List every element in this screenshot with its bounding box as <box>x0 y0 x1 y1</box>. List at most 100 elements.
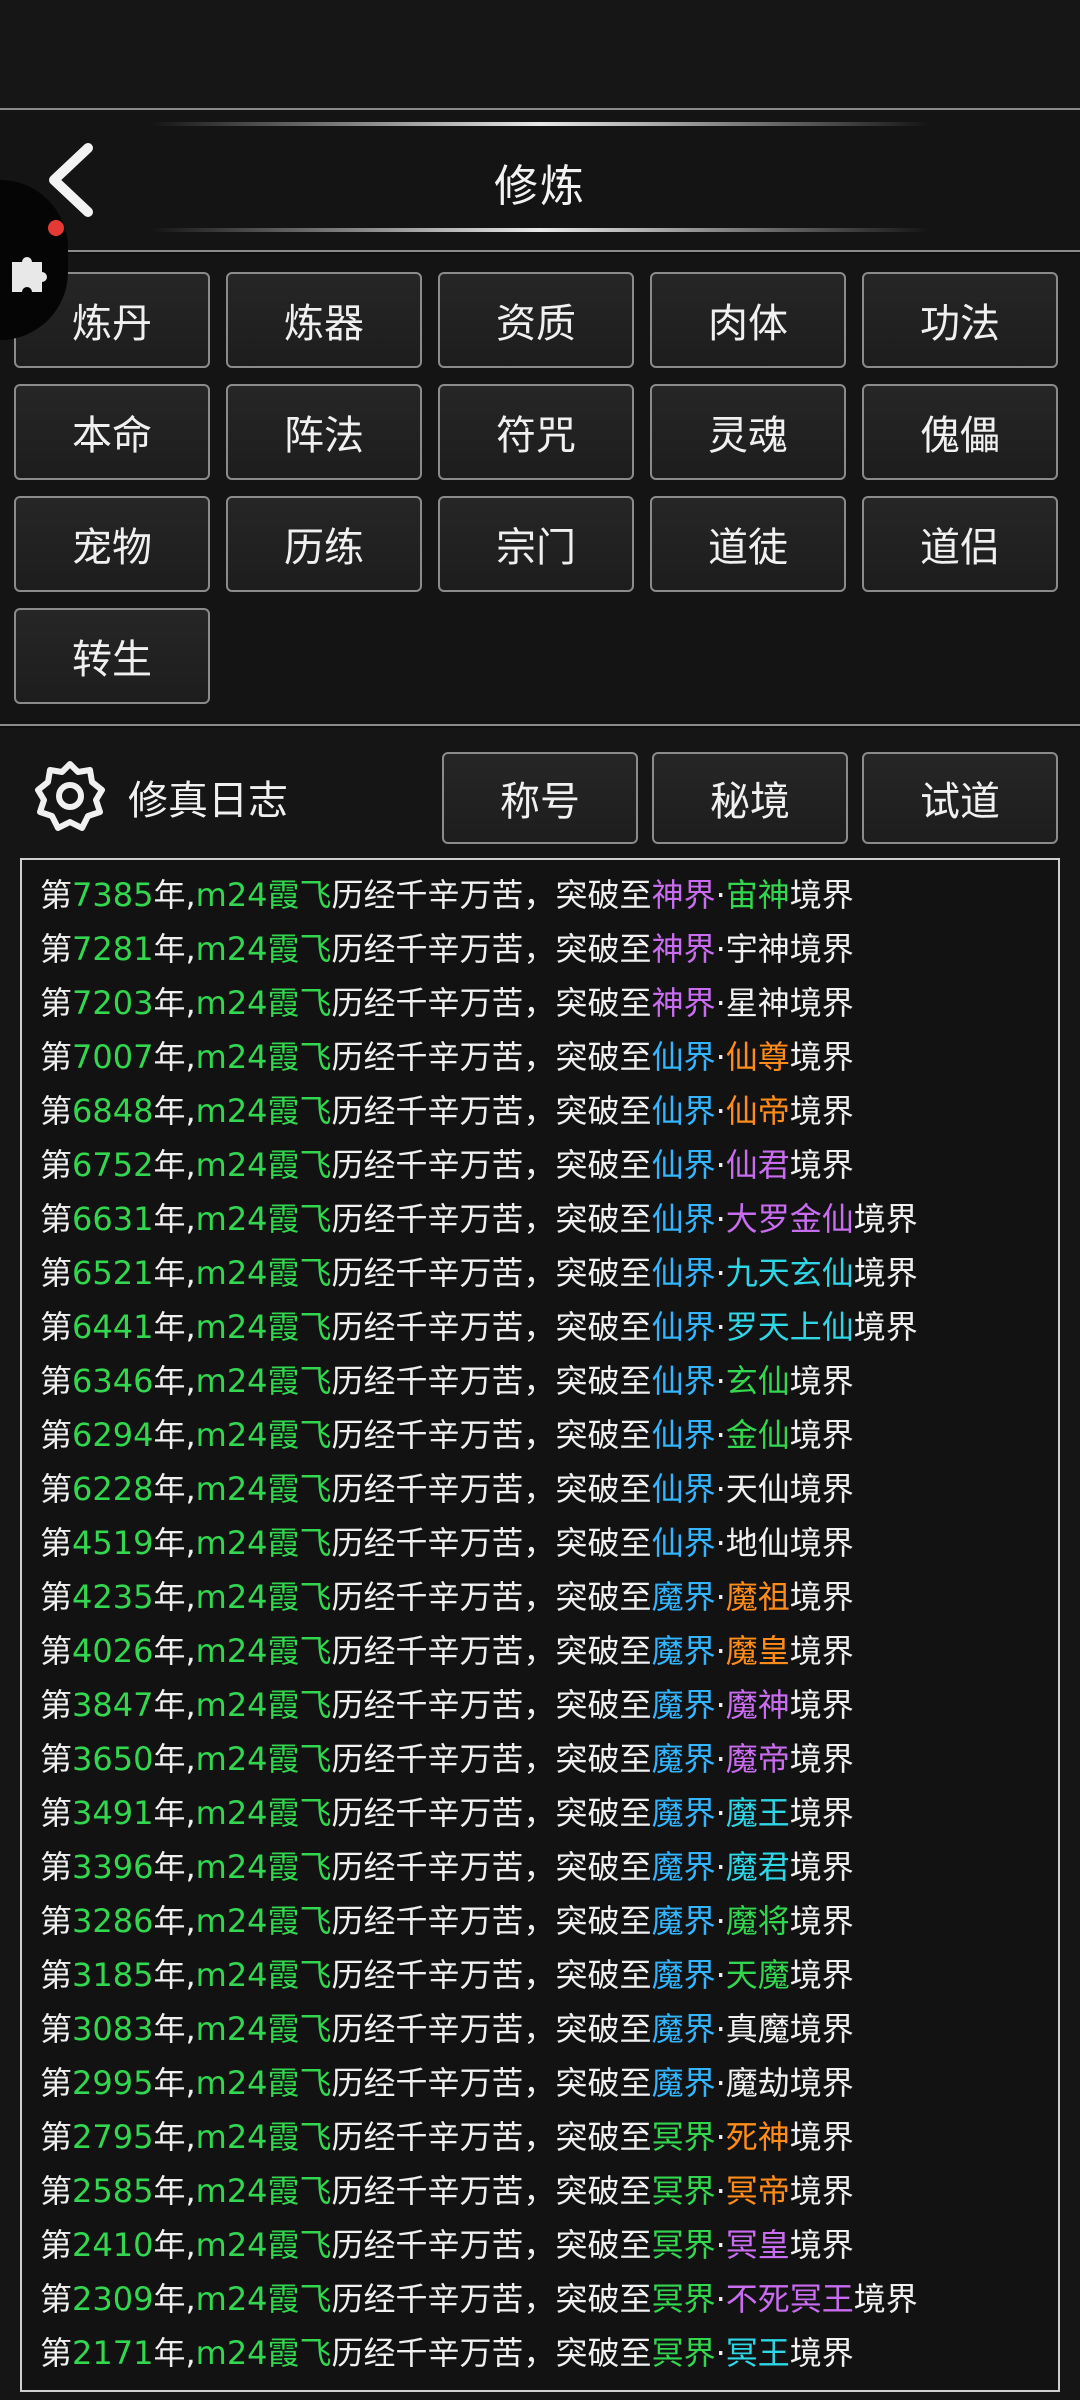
log-list[interactable]: 第7385年,m24霞飞历经千辛万苦，突破至神界·宙神境界 第7281年,m24霞… <box>20 858 1060 2392</box>
log-action: 历经千辛万苦，突破至 <box>331 1416 652 1454</box>
log-year: 3847 <box>72 1686 154 1724</box>
log-year: 6752 <box>72 1146 154 1184</box>
log-suffix: 境界 <box>789 1740 854 1778</box>
log-suffix: 境界 <box>789 1038 854 1076</box>
log-separator: · <box>715 1632 726 1670</box>
log-separator: · <box>715 2280 726 2318</box>
log-year-suffix: 年, <box>153 1308 196 1346</box>
log-action: 历经千辛万苦，突破至 <box>331 2334 652 2372</box>
log-player-name: m24霞飞 <box>195 1308 332 1346</box>
log-action: 历经千辛万苦，突破至 <box>331 1470 652 1508</box>
menu-button-soul[interactable]: 灵魂 <box>650 384 846 480</box>
log-player-name: m24霞飞 <box>195 1848 332 1886</box>
menu-button-pet[interactable]: 宠物 <box>14 496 210 592</box>
menu-button-natal[interactable]: 本命 <box>14 384 210 480</box>
menu-button-disciple[interactable]: 道徒 <box>650 496 846 592</box>
log-realm: 魔将 <box>725 1902 790 1940</box>
log-world: 仙界 <box>651 1038 716 1076</box>
log-world: 冥界 <box>651 2280 716 2318</box>
log-action: 历经千辛万苦，突破至 <box>331 1524 652 1562</box>
menu-button-talisman[interactable]: 符咒 <box>438 384 634 480</box>
log-realm: 冥皇 <box>725 2226 790 2264</box>
log-realm: 真魔 <box>725 2010 790 2048</box>
menu-button-formation[interactable]: 阵法 <box>226 384 422 480</box>
menu-button-rebirth[interactable]: 转生 <box>14 608 210 704</box>
gear-icon[interactable] <box>32 758 108 834</box>
log-entry: 第3396年,m24霞飞历经千辛万苦，突破至魔界·魔君境界 <box>40 1842 854 1892</box>
log-suffix: 境界 <box>789 2010 854 2048</box>
log-year: 2309 <box>72 2280 154 2318</box>
log-entry: 第6441年,m24霞飞历经千辛万苦，突破至仙界·罗天上仙境界 <box>40 1302 918 1352</box>
log-realm: 冥王 <box>725 2334 790 2372</box>
log-action: 历经千辛万苦，突破至 <box>331 1092 652 1130</box>
log-world: 魔界 <box>651 1632 716 1670</box>
log-world: 仙界 <box>651 1362 716 1400</box>
menu-button-technique[interactable]: 功法 <box>862 272 1058 368</box>
log-realm: 魔君 <box>725 1848 790 1886</box>
log-year-suffix: 年, <box>153 1200 196 1238</box>
log-world: 魔界 <box>651 1686 716 1724</box>
log-entry: 第6848年,m24霞飞历经千辛万苦，突破至仙界·仙帝境界 <box>40 1086 854 1136</box>
log-year-suffix: 年, <box>153 1740 196 1778</box>
log-prefix: 第 <box>40 2010 73 2048</box>
log-year-suffix: 年, <box>153 1038 196 1076</box>
log-separator: · <box>715 1362 726 1400</box>
log-player-name: m24霞飞 <box>195 2334 332 2372</box>
log-year-suffix: 年, <box>153 1632 196 1670</box>
log-action: 历经千辛万苦，突破至 <box>331 930 652 968</box>
log-year-suffix: 年, <box>153 1416 196 1454</box>
log-entry: 第3847年,m24霞飞历经千辛万苦，突破至魔界·魔神境界 <box>40 1680 854 1730</box>
log-player-name: m24霞飞 <box>195 1416 332 1454</box>
log-separator: · <box>715 2172 726 2210</box>
log-world: 仙界 <box>651 1524 716 1562</box>
log-prefix: 第 <box>40 1740 73 1778</box>
log-suffix: 境界 <box>789 1902 854 1940</box>
log-separator: · <box>715 1092 726 1130</box>
log-year-suffix: 年, <box>153 2334 196 2372</box>
log-year-suffix: 年, <box>153 1470 196 1508</box>
log-separator: · <box>715 1470 726 1508</box>
log-world: 魔界 <box>651 1848 716 1886</box>
log-prefix: 第 <box>40 930 73 968</box>
log-entry: 第2171年,m24霞飞历经千辛万苦，突破至冥界·冥王境界 <box>40 2328 854 2378</box>
log-player-name: m24霞飞 <box>195 2226 332 2264</box>
trial-button[interactable]: 试道 <box>862 752 1058 844</box>
log-prefix: 第 <box>40 1470 73 1508</box>
log-entry: 第3083年,m24霞飞历经千辛万苦，突破至魔界·真魔境界 <box>40 2004 854 2054</box>
log-separator: · <box>715 876 726 914</box>
log-entry: 第2995年,m24霞飞历经千辛万苦，突破至魔界·魔劫境界 <box>40 2058 854 2108</box>
log-year-suffix: 年, <box>153 1686 196 1724</box>
menu-button-companion[interactable]: 道侣 <box>862 496 1058 592</box>
log-player-name: m24霞飞 <box>195 1146 332 1184</box>
menu-button-forging[interactable]: 炼器 <box>226 272 422 368</box>
log-realm: 玄仙 <box>725 1362 790 1400</box>
log-action: 历经千辛万苦，突破至 <box>331 1308 652 1346</box>
log-separator: · <box>715 1686 726 1724</box>
log-realm: 九天玄仙 <box>725 1254 854 1292</box>
log-separator: · <box>715 1308 726 1346</box>
menu-button-puppet[interactable]: 傀儡 <box>862 384 1058 480</box>
log-separator: · <box>715 2334 726 2372</box>
menu-button-body[interactable]: 肉体 <box>650 272 846 368</box>
log-realm: 罗天上仙 <box>725 1308 854 1346</box>
menu-button-aptitude[interactable]: 资质 <box>438 272 634 368</box>
log-year-suffix: 年, <box>153 1902 196 1940</box>
log-prefix: 第 <box>40 1092 73 1130</box>
log-separator: · <box>715 1254 726 1292</box>
log-prefix: 第 <box>40 984 73 1022</box>
log-realm: 魔皇 <box>725 1632 790 1670</box>
log-separator: · <box>715 2064 726 2102</box>
menu-button-training[interactable]: 历练 <box>226 496 422 592</box>
log-entry: 第6228年,m24霞飞历经千辛万苦，突破至仙界·天仙境界 <box>40 1464 854 1514</box>
log-prefix: 第 <box>40 2118 73 2156</box>
secret-realm-button[interactable]: 秘境 <box>652 752 848 844</box>
menu-button-sect[interactable]: 宗门 <box>438 496 634 592</box>
log-action: 历经千辛万苦，突破至 <box>331 2010 652 2048</box>
log-suffix: 境界 <box>789 1092 854 1130</box>
titles-button[interactable]: 称号 <box>442 752 638 844</box>
log-year-suffix: 年, <box>153 1146 196 1184</box>
log-year: 6441 <box>72 1308 154 1346</box>
log-action: 历经千辛万苦，突破至 <box>331 1794 652 1832</box>
log-year: 2410 <box>72 2226 154 2264</box>
log-year-suffix: 年, <box>153 1956 196 1994</box>
